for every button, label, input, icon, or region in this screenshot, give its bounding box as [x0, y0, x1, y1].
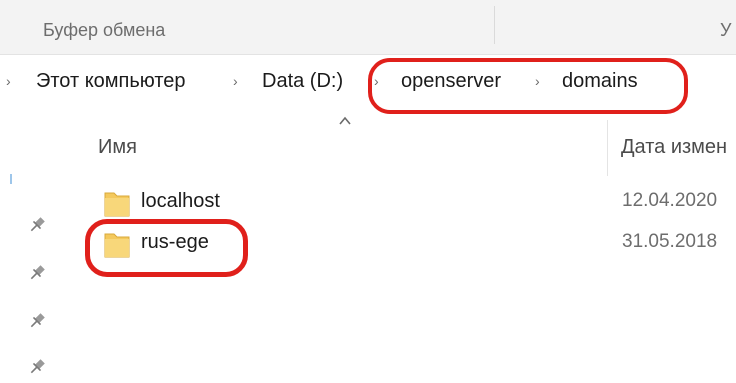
breadcrumb-this-pc[interactable]: Этот компьютер: [36, 70, 186, 93]
sort-up-icon: [339, 116, 351, 125]
pin-icon[interactable]: [26, 356, 48, 378]
file-row-localhost[interactable]: localhost 12.04.2020: [96, 185, 736, 221]
pin-icon[interactable]: [26, 214, 48, 236]
file-date: 12.04.2020: [622, 190, 718, 211]
file-highlight-annotation: [85, 219, 248, 277]
ribbon-separator: [494, 6, 495, 44]
file-name[interactable]: localhost: [141, 190, 220, 213]
column-header-name[interactable]: Имя: [98, 136, 137, 159]
pin-icon[interactable]: [26, 262, 48, 284]
column-header-date[interactable]: Дата измен: [621, 136, 727, 159]
column-divider[interactable]: [607, 120, 608, 176]
folder-icon: [104, 192, 130, 217]
ribbon: Буфер обмена У: [0, 0, 736, 55]
breadcrumb-data-drive[interactable]: Data (D:): [262, 70, 343, 93]
chevron-right-icon[interactable]: ›: [6, 73, 11, 89]
ribbon-next-group-label: У: [720, 20, 732, 40]
nav-scroll-marker: [10, 174, 12, 184]
pin-icon[interactable]: [26, 310, 48, 332]
chevron-right-icon[interactable]: ›: [233, 73, 238, 89]
path-highlight-annotation: [368, 58, 688, 114]
file-date: 31.05.2018: [622, 231, 718, 252]
navigation-pane-edge: [0, 120, 66, 383]
ribbon-group-label: Буфер обмена: [43, 20, 166, 40]
